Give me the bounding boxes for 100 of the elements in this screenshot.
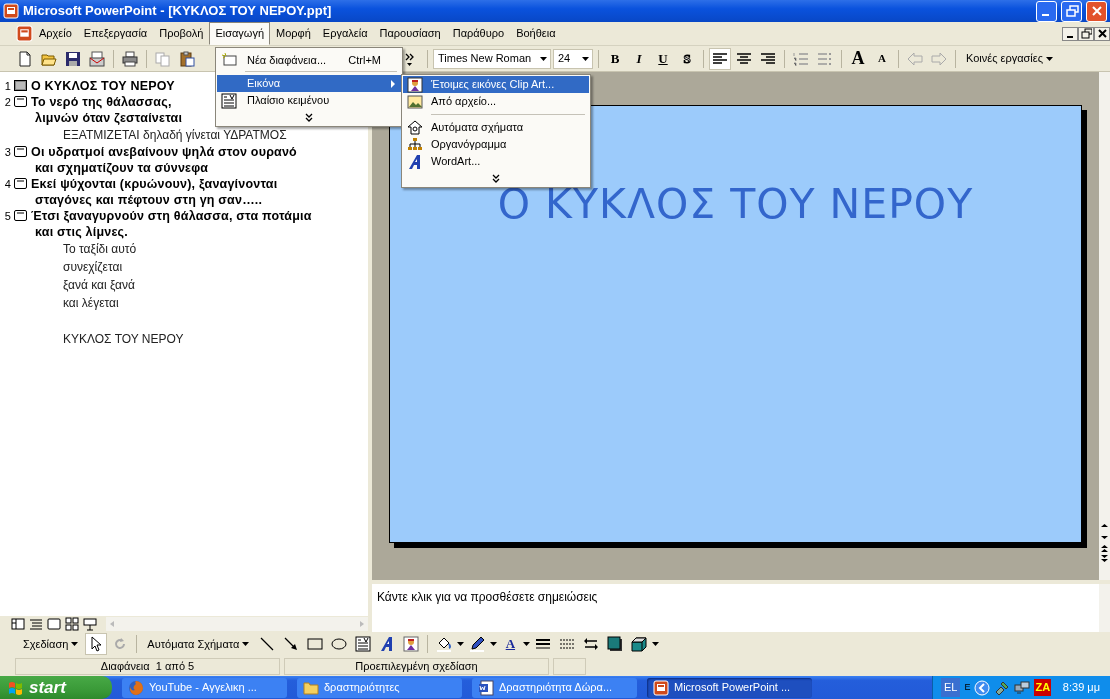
font-color-button[interactable]: A [499,633,522,655]
wordart-icon [407,153,423,170]
notes-scrollbar[interactable] [1099,584,1110,632]
slide-number: 3 [3,145,12,160]
firewall-icon[interactable]: ZA [1034,679,1052,696]
body-text: συνεχίζεται [62,259,124,276]
menu-item[interactable]: Εικόνα [217,75,401,92]
window-title: Microsoft PowerPoint - [ΚΥΚΛΟΣ ΤΟΥ ΝΕΡΟΥ.ppt] [23,2,333,21]
org-chart-icon [407,136,423,153]
previous-slide-icon[interactable] [1099,543,1110,553]
decrease-font-button[interactable]: A [871,47,893,70]
menu-item[interactable]: Εισαγωγή [209,22,271,45]
restore-icon [1064,4,1079,18]
text-box-icon [355,636,372,652]
slide-number: 4 [3,177,12,192]
tasks-menu-button[interactable]: Κοινές εργασίες [961,48,1058,69]
menu-item[interactable]: Έτοιμες εικόνες Clip Art... [403,76,589,93]
menu-item[interactable]: Οργανόγραμμα [403,136,589,153]
document-restore-icon [1080,28,1092,39]
outline-view-button[interactable] [28,617,44,631]
chevron-down-icon [305,112,313,122]
close-button[interactable] [1086,0,1107,22]
caret-icon [539,56,547,61]
menu-item[interactable]: Αρχείο [33,22,78,45]
slide-number: 1 [3,79,12,94]
body-text: ξανά και ξανά [62,277,136,294]
taskbar-button[interactable]: Δραστηριότητα Δώρα... [472,677,637,698]
taskbar-button[interactable]: Microsoft PowerPoint ... [647,677,812,698]
restore-button[interactable] [1061,0,1082,22]
status-design: Προεπιλεγμένη σχεδίαση [284,657,549,675]
caret-icon [1046,56,1053,61]
slide-icon[interactable] [14,146,27,157]
select-button[interactable] [85,633,108,655]
slide-icon[interactable] [14,178,27,189]
italic-button[interactable]: I [628,47,650,70]
body-text: ΚΥΚΛΟΣ ΤΟΥ ΝΕΡΟΥ [62,331,185,348]
globe-icon [128,679,144,696]
status-panel [553,657,586,675]
menu-item[interactable]: Αυτόματα σχήματα [403,119,589,136]
menu-item[interactable]: Επεξεργασία [77,22,154,45]
size-combo[interactable]: 24 [553,48,593,69]
minimize-button[interactable] [1036,0,1057,22]
normal-view-button[interactable] [10,617,26,631]
document-restore-button[interactable] [1078,26,1094,41]
font-combo[interactable]: Times New Roman [433,48,551,69]
align-left-button[interactable] [709,47,731,70]
shadow-button[interactable]: S [676,47,698,70]
save-icon [65,50,81,67]
line-style-icon [535,636,552,652]
caret-icon [523,642,531,646]
document-icon [478,679,494,696]
menu-item[interactable]: Προβολή [153,22,210,45]
increase-font-button[interactable]: A [847,47,869,70]
line-icon [259,636,276,652]
autoshapes-menu-button[interactable]: Αυτόματα Σχήματα [142,633,255,655]
menu-item[interactable]: Μορφή [270,22,317,45]
document-icon [16,25,33,42]
menu-item[interactable]: Εργαλεία [316,22,374,45]
slide-title-text: Εκεί ψύχονται (κρυώνουν), ξαναγίνονται [31,176,278,192]
shadow-style-icon [607,636,624,652]
document-minimize-button[interactable] [1062,26,1078,41]
taskbar-button[interactable]: YouTube - Αγγελικη ... [122,677,287,698]
slide-icon[interactable] [14,210,27,221]
email-icon [89,50,105,67]
slideshow-button[interactable] [82,617,98,631]
taskbar-button[interactable]: δραστηριότητες [297,677,462,698]
app-icon [3,3,19,19]
menu-item[interactable]: Παράθυρο [446,22,511,45]
slide-title-text: Οι υδρατμοί ανεβαίνουν ψηλά στον ουρανό [31,144,297,160]
document-minimize-icon [1067,36,1073,38]
usb-device-icon[interactable] [994,679,1011,696]
rectangle-icon [307,636,324,652]
caret-icon [71,642,79,646]
slide-icon[interactable] [14,80,27,91]
language-indicator[interactable]: EL [941,678,961,697]
copy-icon [155,50,171,67]
vertical-scrollbar[interactable] [1099,72,1110,580]
normal-view-icon [11,617,25,631]
menu-item[interactable]: Παρουσίαση [373,22,447,45]
slide-title-text: Το νερό της θάλασσας, [31,94,172,110]
house-shape-icon [407,119,423,136]
slide-view-button[interactable] [46,617,62,631]
submenu-arrow-icon [391,79,395,88]
paste-icon [179,50,195,67]
print-icon [122,50,138,67]
draw-menu-button[interactable]: Σχεδίαση [18,633,84,655]
network-icon[interactable] [1014,679,1031,696]
slide-title: Ο ΚΥΚΛΟΣ ΤΟΥ ΝΕΡΟΥ [497,179,974,230]
underline-button[interactable]: U [652,47,674,70]
3d-style-icon [631,636,648,652]
slide-icon[interactable] [14,96,27,107]
sorter-view-button[interactable] [64,617,80,631]
menu-item[interactable]: WordArt... [403,153,589,170]
bold-button[interactable]: B [604,47,626,70]
caret-icon [581,56,589,61]
close-icon [1089,4,1104,18]
menu-item[interactable]: Βοήθεια [510,22,562,45]
next-slide-icon[interactable] [1099,554,1110,564]
document-close-button[interactable] [1094,26,1110,41]
menu-item[interactable]: Νέα διαφάνεια... Ctrl+M [217,49,401,71]
